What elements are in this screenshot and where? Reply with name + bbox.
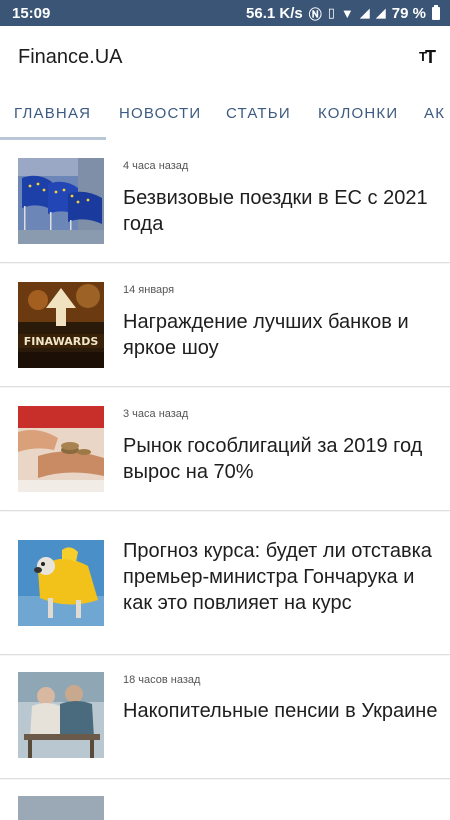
article-time: 18 часов назад <box>123 674 201 686</box>
status-icons: 56.1 K/s Ⓝ ▯ ▼ ◢ ◢ 79 % <box>246 4 440 23</box>
wifi-icon: ▼ <box>340 5 354 21</box>
vibrate-icon: ▯ <box>327 5 335 20</box>
article-card[interactable]: FINAWARDS 14 января Награждение лучших б… <box>0 264 450 387</box>
article-card[interactable] <box>0 780 450 820</box>
article-title: Прогноз курса: будет ли отставка премьер… <box>123 540 432 614</box>
article-title: Накопительные пенсии в Украине <box>123 700 438 722</box>
svg-text:FINAWARDS: FINAWARDS <box>24 335 99 348</box>
article-card[interactable]: 4 часа назад Безвизовые поездки в ЕС с 2… <box>0 140 450 263</box>
nfc-icon: Ⓝ <box>308 6 322 22</box>
article-thumbnail-coins-hands <box>18 406 104 492</box>
article-title: Рынок гособлигаций за 2019 год вырос на … <box>123 435 423 483</box>
battery-icon <box>432 4 440 20</box>
article-time: 14 января <box>123 284 175 296</box>
tab-main[interactable]: ГЛАВНАЯ <box>14 88 91 140</box>
tab-columns[interactable]: КОЛОНКИ <box>318 88 398 140</box>
article-thumbnail-finawards: FINAWARDS <box>18 282 104 368</box>
app-title: Finance.UA <box>18 45 123 68</box>
article-time: 3 часа назад <box>123 408 189 420</box>
article-card[interactable]: Прогноз курса: будет ли отставка премьер… <box>0 512 450 655</box>
font-size-icon[interactable]: TT <box>419 47 436 68</box>
article-time: 4 часа назад <box>123 160 189 172</box>
battery-percent: 79 % <box>391 4 426 22</box>
article-title: Безвизовые поездки в ЕС с 2021 года <box>123 187 428 235</box>
signal-icon: ◢ <box>359 5 370 20</box>
tab-articles[interactable]: СТАТЬИ <box>226 88 291 140</box>
status-bar: 15:09 56.1 K/s Ⓝ ▯ ▼ ◢ ◢ 79 % <box>0 0 450 26</box>
signal-2-icon: ◢ <box>375 5 386 20</box>
article-title: Награждение лучших банков и яркое шоу <box>123 311 409 359</box>
network-speed: 56.1 K/s <box>246 4 303 22</box>
article-thumbnail-dog-raincoat <box>18 540 104 626</box>
article-thumbnail-eu-flags <box>18 158 104 244</box>
tab-more[interactable]: АК <box>424 88 445 140</box>
status-time: 15:09 <box>12 4 51 22</box>
tab-news[interactable]: НОВОСТИ <box>119 88 201 140</box>
article-card[interactable]: 3 часа назад Рынок гособлигаций за 2019 … <box>0 388 450 511</box>
app-bar: Finance.UA TT <box>0 26 450 88</box>
article-thumbnail-elderly-couple <box>18 672 104 758</box>
article-card[interactable]: 18 часов назад Накопительные пенсии в Ук… <box>0 656 450 779</box>
tab-bar: ГЛАВНАЯ НОВОСТИ СТАТЬИ КОЛОНКИ АК <box>0 88 450 141</box>
